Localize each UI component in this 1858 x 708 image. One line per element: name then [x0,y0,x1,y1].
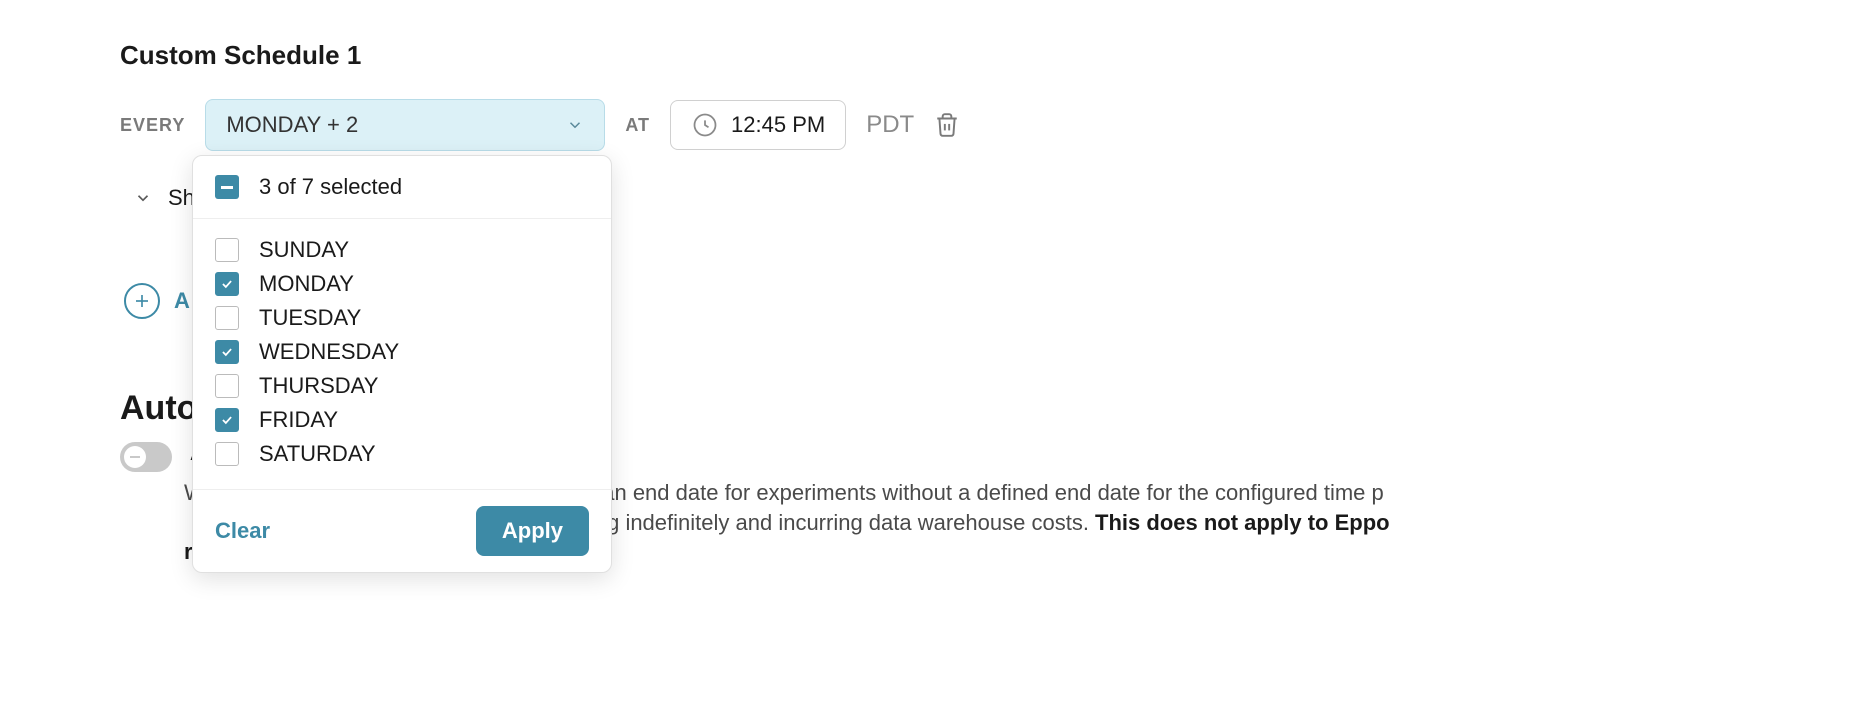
apply-button[interactable]: Apply [476,506,589,556]
option-label: THURSDAY [259,373,378,399]
every-label: EVERY [120,115,185,136]
add-button-label: A [174,288,190,314]
time-value: 12:45 PM [731,112,825,138]
schedule-row: EVERY MONDAY + 2 AT 12:45 PM PDT 3 of 7 … [120,99,1738,151]
option-row[interactable]: SATURDAY [215,437,589,471]
timezone-label: PDT [866,111,914,139]
option-label: TUESDAY [259,305,361,331]
day-multiselect[interactable]: MONDAY + 2 [205,99,605,151]
toggle-knob [124,446,146,468]
select-all-checkbox[interactable] [215,175,239,199]
dropdown-options: SUNDAY MONDAY TUESDAY WEDNESDAY THURSDAY FRID… [193,219,611,489]
option-label: SATURDAY [259,441,376,467]
indeterminate-icon [221,186,233,189]
option-checkbox[interactable] [215,374,239,398]
show-toggle-label: Sh [168,185,195,211]
option-checkbox[interactable] [215,238,239,262]
clock-icon [691,111,719,139]
trash-icon[interactable] [934,112,960,138]
option-label: SUNDAY [259,237,349,263]
option-checkbox[interactable] [215,272,239,296]
checkmark-icon [220,277,234,291]
schedule-title: Custom Schedule 1 [120,40,1738,71]
option-row[interactable]: MONDAY [215,267,589,301]
clear-button[interactable]: Clear [215,518,270,544]
option-row[interactable]: WEDNESDAY [215,335,589,369]
option-checkbox[interactable] [215,442,239,466]
option-checkbox[interactable] [215,408,239,432]
dropdown-header: 3 of 7 selected [193,156,611,219]
checkmark-icon [220,413,234,427]
at-label: AT [625,115,650,136]
option-checkbox[interactable] [215,340,239,364]
option-checkbox[interactable] [215,306,239,330]
checkmark-icon [220,345,234,359]
auto-end-toggle[interactable] [120,442,172,472]
minus-icon [130,456,140,459]
option-row[interactable]: THURSDAY [215,369,589,403]
chevron-down-icon [134,189,152,207]
option-label: MONDAY [259,271,354,297]
option-row[interactable]: TUESDAY [215,301,589,335]
option-row[interactable]: FRIDAY [215,403,589,437]
time-input[interactable]: 12:45 PM [670,100,846,150]
selected-count-text: 3 of 7 selected [259,174,402,200]
plus-icon [133,292,151,310]
option-row[interactable]: SUNDAY [215,233,589,267]
option-label: WEDNESDAY [259,339,399,365]
chevron-down-icon [566,116,584,134]
dropdown-footer: Clear Apply [193,489,611,572]
plus-circle-icon [124,283,160,319]
option-label: FRIDAY [259,407,338,433]
day-multiselect-display: MONDAY + 2 [226,112,358,138]
day-dropdown-panel: 3 of 7 selected SUNDAY MONDAY TUESDAY WEDNE… [192,155,612,573]
